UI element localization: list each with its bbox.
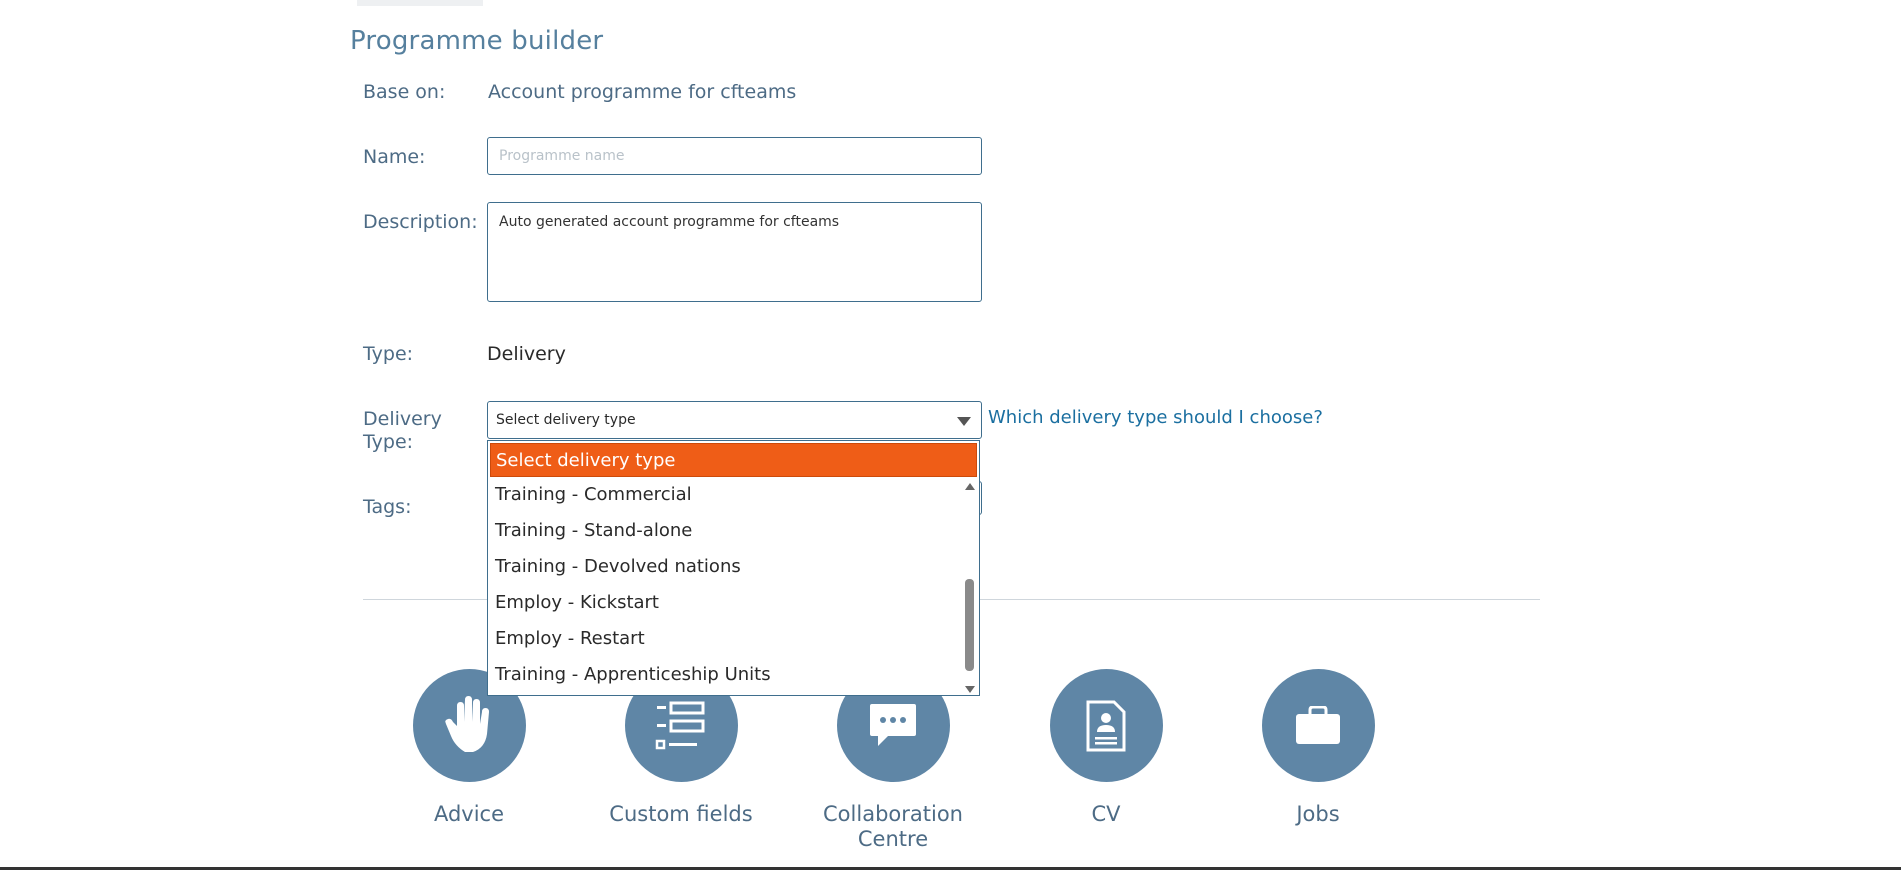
briefcase-icon	[1261, 669, 1375, 782]
feature-jobs[interactable]: Jobs	[1243, 669, 1393, 827]
dropdown-option[interactable]: Employ - Restart	[490, 622, 962, 656]
feature-label: Collaboration Centre	[823, 802, 963, 851]
delivery-type-select[interactable]: Select delivery type	[487, 401, 982, 439]
dropdown-option[interactable]: Employ - Kickstart	[490, 586, 962, 620]
base-on-value: Account programme for cfteams	[488, 81, 797, 103]
type-value: Delivery	[487, 343, 566, 365]
dropdown-scrollbar[interactable]	[963, 483, 977, 693]
page-title: Programme builder	[350, 26, 604, 56]
delivery-type-help-link[interactable]: Which delivery type should I choose?	[988, 407, 1323, 428]
delivery-type-label: Delivery Type:	[363, 408, 442, 454]
scroll-down-arrow-icon[interactable]	[965, 686, 975, 693]
feature-label: Custom fields	[609, 802, 753, 826]
feature-collaboration-centre[interactable]: Collaboration Centre	[818, 669, 968, 852]
feature-cv[interactable]: CV	[1031, 669, 1181, 827]
description-label: Description:	[363, 211, 478, 233]
dropdown-option[interactable]: Training - Stand-alone	[490, 514, 962, 548]
delivery-type-selected-value: Select delivery type	[496, 412, 636, 428]
document-icon	[1049, 669, 1163, 782]
base-on-label: Base on:	[363, 81, 446, 103]
feature-label: Jobs	[1296, 802, 1340, 826]
top-tab-edge	[357, 0, 483, 6]
type-label: Type:	[363, 343, 414, 365]
delivery-type-label-line1: Delivery	[363, 408, 442, 430]
feature-label: CV	[1091, 802, 1121, 826]
tags-label: Tags:	[363, 496, 412, 518]
dropdown-option[interactable]: Select delivery type	[490, 443, 977, 477]
delivery-type-label-line2: Type:	[363, 431, 414, 453]
name-label: Name:	[363, 146, 426, 168]
description-textarea[interactable]: Auto generated account programme for cft…	[487, 202, 982, 302]
programme-builder-page: Programme builder Base on: Account progr…	[0, 0, 1901, 870]
dropdown-option[interactable]: Training - Apprenticeship Units	[490, 658, 962, 692]
dropdown-option[interactable]: Training - Devolved nations	[490, 550, 962, 584]
feature-label: Advice	[433, 802, 505, 826]
scroll-up-arrow-icon[interactable]	[965, 483, 975, 490]
name-input[interactable]	[487, 137, 982, 175]
scroll-thumb[interactable]	[965, 579, 974, 671]
dropdown-arrow-icon	[957, 417, 971, 426]
dropdown-option[interactable]: Training - Commercial	[490, 478, 962, 512]
delivery-type-dropdown-list: Select delivery type Training - Commerci…	[487, 440, 980, 696]
